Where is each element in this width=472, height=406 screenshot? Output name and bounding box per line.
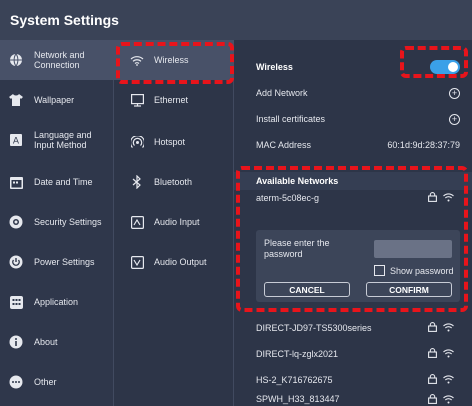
network-subnav: Wireless Ethernet Hotspot Bluetooth Audi… [114, 40, 234, 406]
globe-icon [8, 52, 24, 68]
network-item[interactable]: HS-2_K716762675 [234, 368, 472, 392]
wifi-signal-icon [443, 322, 454, 334]
network-item[interactable]: DIRECT-lq-zglx2021 [234, 342, 472, 366]
window-title-bar: System Settings [0, 0, 472, 40]
hotspot-icon [130, 135, 144, 149]
subnav-item-label: Audio Output [154, 257, 207, 267]
add-network-row[interactable]: Add Network + [234, 80, 472, 106]
audio-input-icon [130, 215, 144, 229]
lock-icon [428, 394, 437, 406]
network-item[interactable]: SPWH_H33_813447 [234, 394, 472, 406]
nav-item-label: Date and Time [34, 176, 93, 187]
more-icon [8, 374, 24, 390]
nav-item-date-and-time[interactable]: Date and Time [0, 162, 114, 202]
language-icon: A [8, 132, 24, 148]
nav-item-label: Application [34, 296, 79, 307]
nav-item-label: Input Method [34, 140, 87, 150]
install-certificates-row[interactable]: Install certificates + [234, 106, 472, 132]
nav-item-label: Security Settings [34, 216, 102, 227]
subnav-item-audio-output[interactable]: Audio Output [114, 242, 234, 282]
network-name: DIRECT-lq-zglx2021 [256, 349, 339, 359]
mac-address-value: 60:1d:9d:28:37:79 [387, 140, 460, 150]
lock-icon [428, 322, 437, 334]
bluetooth-icon [130, 175, 144, 189]
lock-icon [428, 374, 437, 386]
network-item[interactable]: DIRECT-JD97-TS5300series [234, 316, 472, 340]
add-network-plus-icon[interactable]: + [449, 87, 460, 99]
subnav-item-hotspot[interactable]: Hotspot [114, 122, 234, 162]
subnav-item-bluetooth[interactable]: Bluetooth [114, 162, 234, 202]
lock-icon [428, 348, 437, 360]
wifi-signal-icon [443, 374, 454, 386]
network-name: DIRECT-JD97-TS5300series [256, 323, 372, 333]
wifi-signal-icon [443, 394, 454, 406]
highlight-wireless-toggle [400, 46, 468, 78]
mac-address-label: MAC Address [256, 140, 312, 150]
info-icon [8, 334, 24, 350]
ethernet-icon [130, 93, 144, 107]
highlight-available-networks [236, 166, 468, 312]
nav-item-label: Network and [34, 49, 85, 60]
subnav-item-label: Bluetooth [154, 177, 193, 187]
nav-item-wallpaper[interactable]: Wallpaper [0, 80, 114, 120]
highlight-wireless-tab [116, 42, 234, 84]
nav-item-other[interactable]: Other [0, 362, 114, 402]
nav-item-label: Other [34, 376, 57, 387]
nav-item-label: About [34, 336, 58, 347]
nav-item-network-and-connection[interactable]: Network and Connection [0, 40, 114, 80]
nav-item-label: Power Settings [34, 256, 95, 267]
calendar-icon [8, 174, 24, 190]
subnav-item-ethernet[interactable]: Ethernet [114, 80, 234, 120]
nav-item-application[interactable]: Application [0, 282, 114, 322]
application-grid-icon [8, 294, 24, 310]
add-network-label: Add Network [256, 88, 308, 98]
shirt-icon [8, 92, 24, 108]
nav-item-label: Language and [34, 129, 92, 140]
mac-address-row: MAC Address 60:1d:9d:28:37:79 [234, 132, 472, 158]
audio-output-icon [130, 255, 144, 269]
wifi-signal-icon [443, 348, 454, 360]
nav-item-language-and-input[interactable]: A Language and Input Method [0, 120, 114, 160]
settings-nav: Network and Connection Wallpaper A Langu… [0, 40, 114, 406]
install-certificates-plus-icon[interactable]: + [449, 113, 460, 125]
subnav-item-label: Ethernet [154, 95, 189, 105]
network-name: SPWH_H33_813447 [256, 394, 340, 404]
nav-item-label: Wallpaper [34, 94, 75, 105]
nav-item-power-settings[interactable]: Power Settings [0, 242, 114, 282]
subnav-item-audio-input[interactable]: Audio Input [114, 202, 234, 242]
svg-text:A: A [13, 137, 20, 147]
nav-item-security-settings[interactable]: Security Settings [0, 202, 114, 242]
subnav-item-label: Hotspot [154, 137, 186, 147]
nav-item-about[interactable]: About [0, 322, 114, 362]
security-gear-icon [8, 214, 24, 230]
network-name: HS-2_K716762675 [256, 375, 333, 385]
window-title: System Settings [10, 12, 119, 28]
install-certificates-label: Install certificates [256, 114, 326, 124]
nav-item-label: Connection [34, 60, 80, 70]
power-icon [8, 254, 24, 270]
subnav-item-label: Audio Input [154, 217, 200, 227]
wireless-label: Wireless [256, 62, 293, 72]
